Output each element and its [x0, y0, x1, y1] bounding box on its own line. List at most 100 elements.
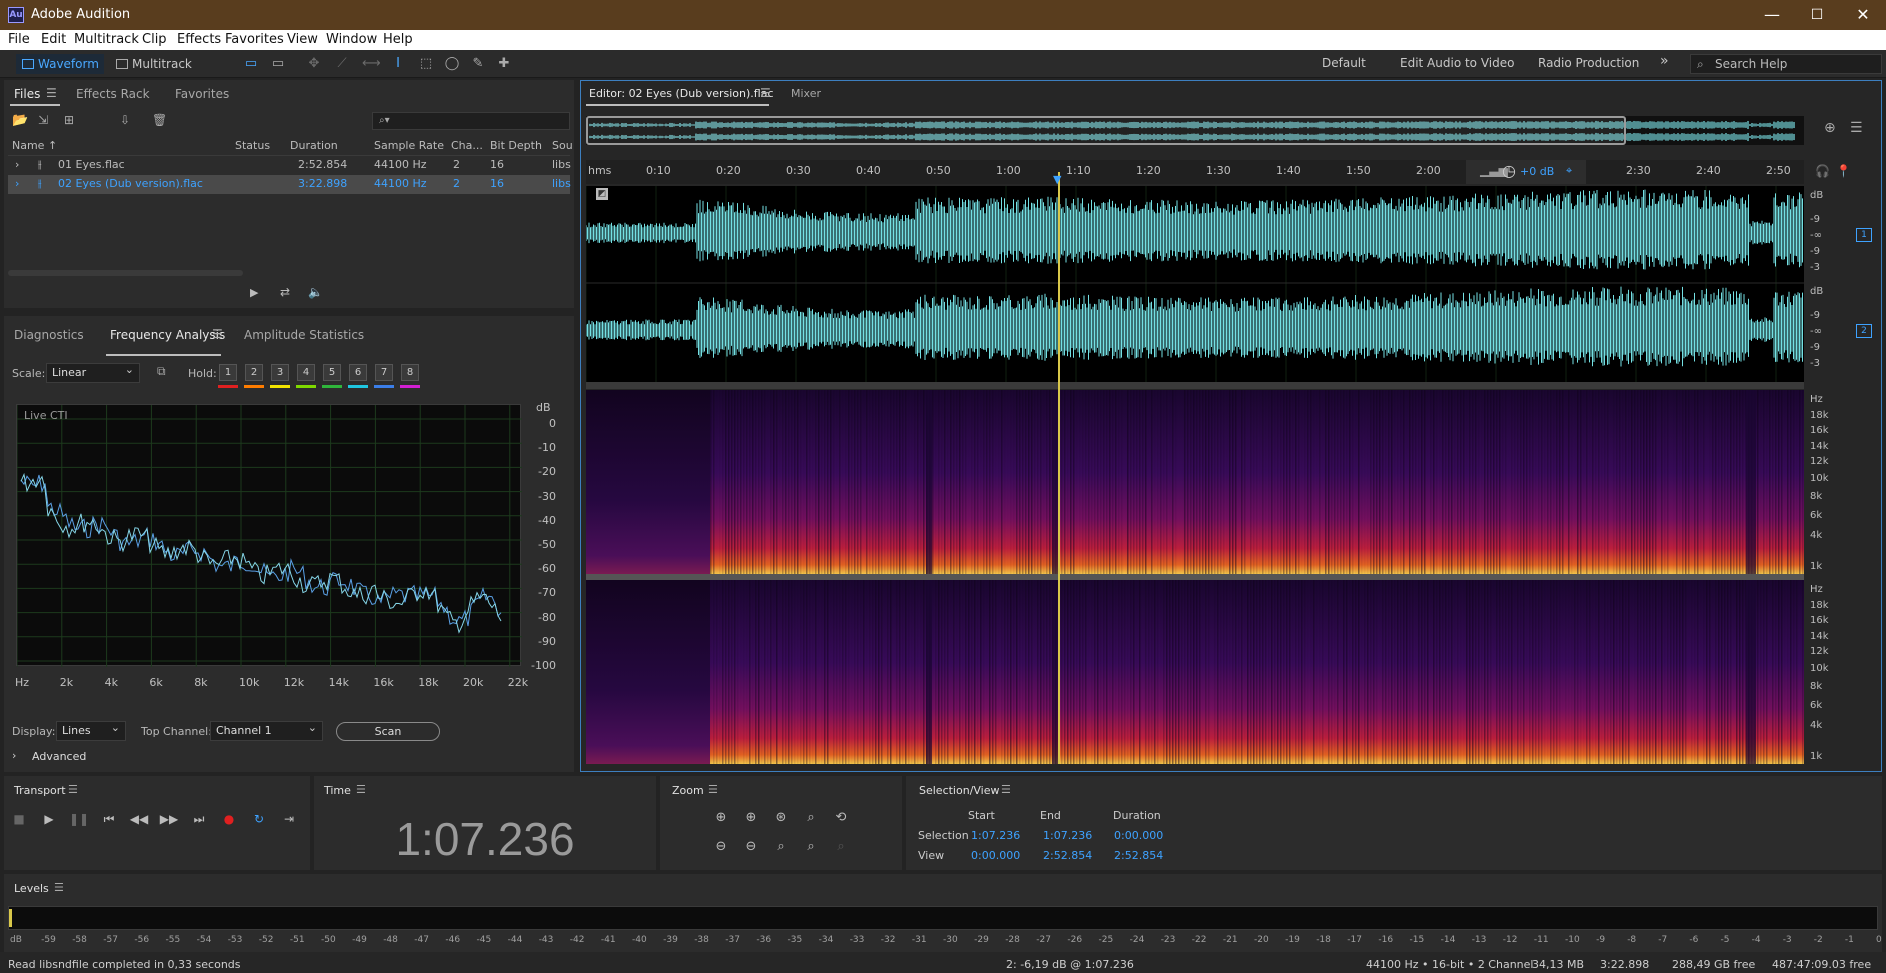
zoom-in-at-out-point-icon[interactable]: ⌕: [801, 838, 821, 856]
more-workspaces-button[interactable]: »: [1660, 53, 1669, 69]
pin-icon[interactable]: ⌖: [1566, 164, 1572, 178]
play-preview-icon[interactable]: ▶: [250, 286, 258, 299]
close-file-icon[interactable]: 🗑: [152, 113, 167, 127]
hold-button-1[interactable]: 1: [219, 364, 237, 381]
col-name[interactable]: Name ↑: [12, 139, 57, 152]
top-channel-dropdown[interactable]: Channel 1: [210, 719, 323, 741]
search-help-input[interactable]: ⌕ Search Help: [1690, 54, 1882, 74]
transport-record-icon[interactable]: ●: [219, 810, 239, 828]
workspace-radio-production[interactable]: Radio Production: [1538, 56, 1639, 70]
zoom-out-time-icon[interactable]: ⊖: [741, 838, 761, 856]
transport-go-to-end-icon[interactable]: ⏭: [189, 810, 209, 828]
selection-start-value[interactable]: 1:07.236: [971, 829, 1020, 842]
zoom-range-handle[interactable]: [586, 116, 1626, 145]
time-selection-tool-icon[interactable]: I: [390, 56, 406, 72]
scale-dropdown[interactable]: Linear: [46, 361, 140, 383]
move-tool-icon[interactable]: ✥: [306, 56, 322, 72]
tab-diagnostics[interactable]: Diagnostics: [14, 328, 84, 342]
playhead-marker-icon[interactable]: ▼: [1053, 173, 1061, 186]
hold-button-3[interactable]: 3: [271, 364, 289, 381]
selection-end-value[interactable]: 1:07.236: [1043, 829, 1092, 842]
playhead[interactable]: [1058, 172, 1060, 764]
tab-favorites[interactable]: Favorites: [175, 87, 229, 101]
open-file-icon[interactable]: 📂: [12, 113, 28, 128]
panel-menu-icon[interactable]: ☰: [356, 783, 366, 796]
menu-window[interactable]: Window: [326, 32, 377, 47]
panel-menu-icon[interactable]: ☰: [760, 86, 771, 100]
slip-tool-icon[interactable]: ⟷: [362, 56, 381, 72]
spectral-frequency-icon[interactable]: ▭: [243, 56, 259, 72]
transport-go-to-start-icon[interactable]: ⏮: [99, 810, 119, 828]
tab-mixer[interactable]: Mixer: [791, 87, 821, 100]
loop-preview-icon[interactable]: ⇄: [280, 285, 290, 299]
overview-navigator[interactable]: [586, 116, 1804, 145]
view-end-value[interactable]: 2:52.854: [1043, 849, 1092, 862]
hud-volume[interactable]: ▁▃▅ ◷ +0 dB ⌖: [1466, 160, 1586, 184]
table-row[interactable]: › ⫲ 02 Eyes (Dub version).flac 3:22.898 …: [8, 175, 571, 194]
transport-stop-icon[interactable]: ■: [9, 810, 29, 828]
tab-frequency-analysis[interactable]: Frequency Analysis: [110, 328, 225, 342]
channel-2-toggle[interactable]: 2: [1856, 324, 1872, 338]
autoplay-icon[interactable]: 🔈: [308, 285, 323, 299]
lasso-tool-icon[interactable]: ◯: [444, 56, 460, 72]
files-search-input[interactable]: ⌕▾: [372, 112, 570, 130]
col-source[interactable]: Sou: [552, 139, 573, 152]
panel-menu-icon[interactable]: ☰: [708, 783, 718, 796]
spectral-display[interactable]: [586, 390, 1804, 764]
panel-options-icon[interactable]: ☰: [1850, 120, 1863, 136]
panel-menu-icon[interactable]: ☰: [54, 881, 64, 894]
transport-loop-playback-icon[interactable]: ↻: [249, 810, 269, 828]
transport-pause-icon[interactable]: ❚❚: [69, 810, 89, 828]
zoom-in-at-in-point-icon[interactable]: ⌕: [801, 809, 821, 827]
workspace-default[interactable]: Default: [1322, 56, 1366, 70]
col-duration[interactable]: Duration: [290, 139, 338, 152]
menu-favorites[interactable]: Favorites: [225, 32, 284, 47]
col-sample-rate[interactable]: Sample Rate: [374, 139, 444, 152]
zoom-in-amplitude-icon[interactable]: ⊕: [711, 809, 731, 827]
time-ruler[interactable]: [586, 160, 1804, 184]
zoom-in-time-icon[interactable]: ⊕: [741, 809, 761, 827]
zoom-full-icon[interactable]: ⊛: [771, 809, 791, 827]
horizontal-scrollbar[interactable]: [8, 270, 243, 276]
razor-tool-icon[interactable]: ⟋: [334, 56, 350, 72]
transport-rewind-icon[interactable]: ◀◀: [129, 810, 149, 828]
expand-chevron-icon[interactable]: ›: [15, 158, 19, 171]
transport-fast-forward-icon[interactable]: ▶▶: [159, 810, 179, 828]
col-bit-depth[interactable]: Bit Depth: [490, 139, 542, 152]
tab-files[interactable]: Files: [14, 87, 40, 101]
hold-button-5[interactable]: 5: [323, 364, 341, 381]
display-dropdown[interactable]: Lines: [56, 719, 126, 741]
menu-multitrack[interactable]: Multitrack: [74, 32, 139, 47]
tab-effects-rack[interactable]: Effects Rack: [76, 87, 150, 101]
transport-play-icon[interactable]: ▶: [39, 810, 59, 828]
table-row[interactable]: › ⫲ 01 Eyes.flac 2:52.854 44100 Hz 2 16 …: [8, 157, 571, 175]
spot-healing-icon[interactable]: ✚: [496, 56, 512, 72]
zoom-out-amplitude-icon[interactable]: ⊖: [711, 838, 731, 856]
hold-button-2[interactable]: 2: [245, 364, 263, 381]
zoom-navigator-icon[interactable]: ⊕: [1824, 120, 1836, 136]
headphones-icon[interactable]: 🎧: [1815, 164, 1830, 178]
volume-value[interactable]: +0 dB: [1520, 165, 1554, 178]
hud-toggle-icon[interactable]: ◩: [596, 188, 608, 200]
menu-view[interactable]: View: [287, 32, 318, 47]
menu-clip[interactable]: Clip: [142, 32, 167, 47]
menu-effects[interactable]: Effects: [177, 32, 221, 47]
zoom-reset-icon[interactable]: ⟲: [831, 809, 851, 827]
advanced-section[interactable]: Advanced: [32, 750, 86, 763]
maximize-button[interactable]: ☐: [1794, 0, 1840, 30]
volume-knob-icon[interactable]: ◷: [1502, 161, 1516, 180]
transport-skip-selection-icon[interactable]: ⇥: [279, 810, 299, 828]
waveform-display[interactable]: [586, 186, 1804, 382]
zoom-out-full-icon[interactable]: ⌕: [771, 838, 791, 856]
new-file-icon[interactable]: ⊞: [64, 113, 74, 127]
channel-1-toggle[interactable]: 1: [1856, 228, 1872, 242]
time-display[interactable]: 1:07.236: [314, 812, 656, 866]
panel-menu-icon[interactable]: ☰: [1001, 783, 1011, 796]
insert-into-multitrack-icon[interactable]: ⇩: [120, 113, 130, 127]
menu-edit[interactable]: Edit: [41, 32, 66, 47]
import-file-icon[interactable]: ⇲: [38, 113, 48, 127]
panel-menu-icon[interactable]: ☰: [68, 783, 78, 796]
panel-menu-icon[interactable]: ☰: [46, 86, 57, 100]
marker-pin-icon[interactable]: 📍: [1836, 164, 1851, 178]
zoom-to-selection-icon[interactable]: ⌕: [831, 838, 851, 856]
